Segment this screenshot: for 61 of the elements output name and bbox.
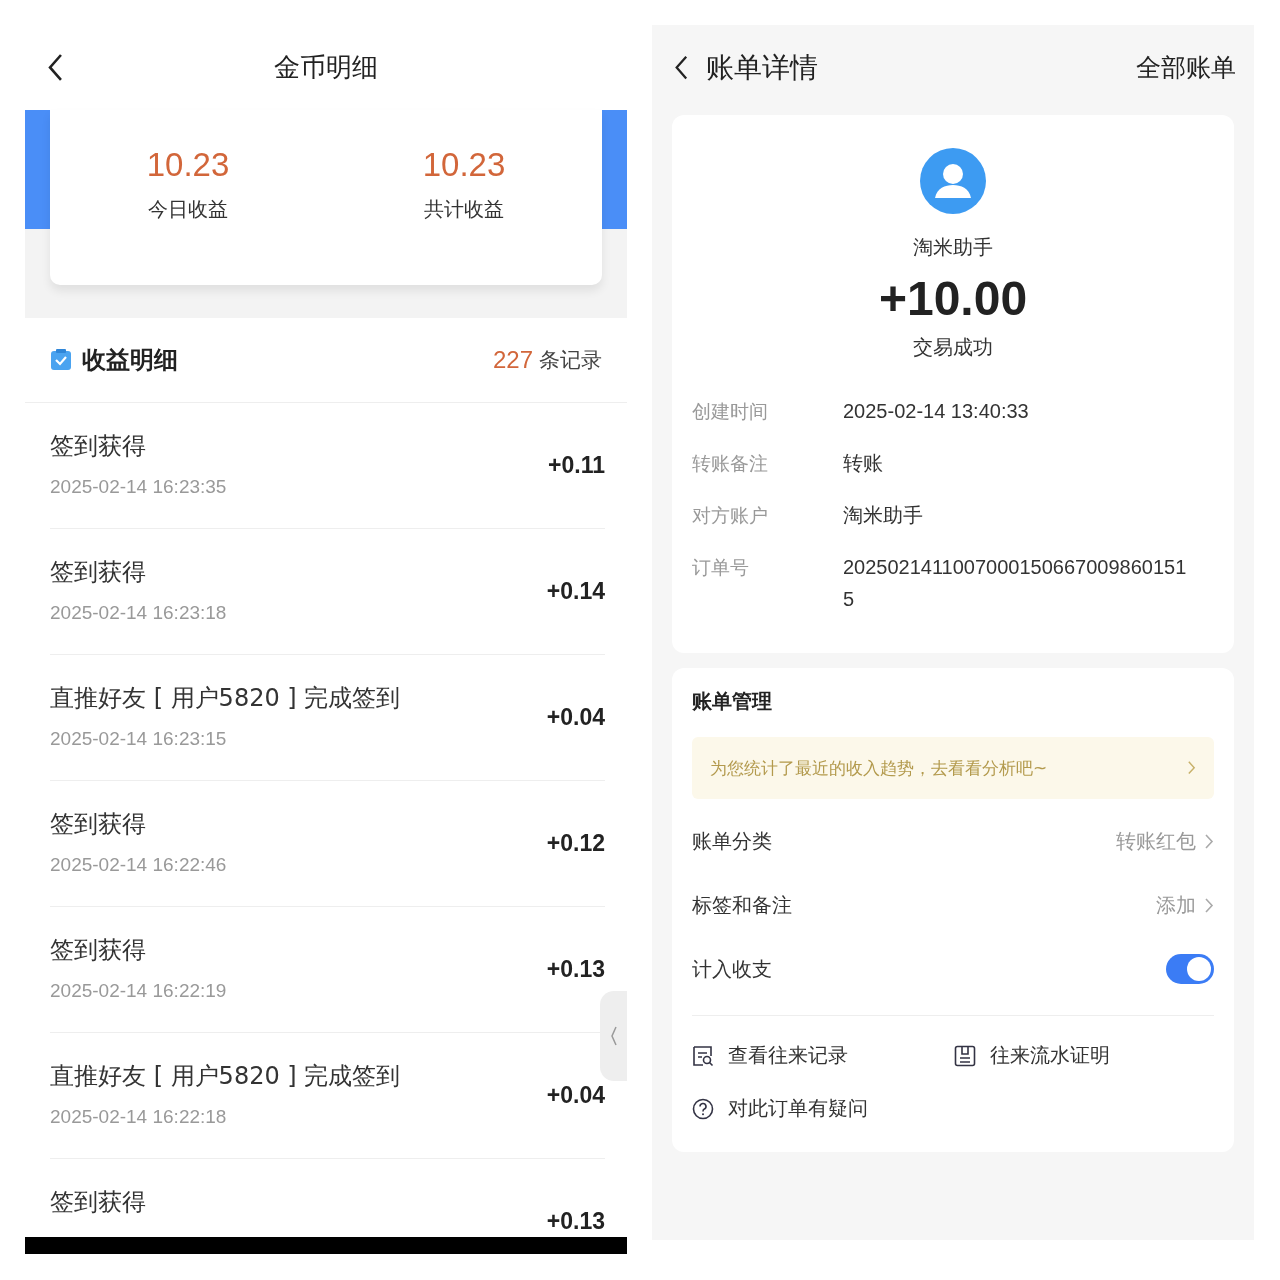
- document-icon: [954, 1044, 976, 1067]
- detail-value: 20250214110070001506670098601515: [843, 555, 1188, 612]
- page-title: 金币明细: [274, 51, 378, 84]
- record-time: 2025-02-14 16:23:35: [50, 476, 228, 498]
- record-title: 签到获得: [50, 431, 147, 462]
- record-title: 直推好友 [ 用户5820 ] 完成签到: [50, 683, 402, 714]
- toggle-switch[interactable]: [1166, 954, 1214, 984]
- avatar-icon: [920, 148, 986, 214]
- setting-label: 计入收支: [692, 955, 773, 983]
- question-icon: [692, 1097, 714, 1120]
- record-time: 2025-02-14 16:23:15: [50, 728, 228, 750]
- record-title: 签到获得: [50, 809, 147, 840]
- chevron-left-icon: [609, 1025, 618, 1047]
- page-title: 账单详情: [706, 49, 819, 86]
- record-count: 227: [492, 346, 533, 374]
- chevron-right-icon: [1204, 896, 1214, 914]
- detail-value: 2025-02-14 13:40:33: [843, 399, 1030, 424]
- detail-value: 淘米助手: [843, 503, 924, 528]
- record-amount: +0.04: [546, 704, 605, 731]
- action-link[interactable]: 对此订单有疑问: [692, 1095, 954, 1122]
- status: 交易成功: [913, 334, 993, 361]
- side-handle[interactable]: [600, 991, 627, 1081]
- record-amount: +0.04: [546, 1082, 605, 1109]
- chevron-right-icon: [1187, 760, 1196, 776]
- setting-label: 标签和备注: [692, 891, 793, 919]
- setting-label: 账单分类: [692, 827, 773, 855]
- record-title: 签到获得: [50, 935, 147, 966]
- record-time: 2025-02-14 16:22:19: [50, 980, 228, 1002]
- record-amount: +0.13: [546, 956, 605, 983]
- section-title: 账单管理: [692, 688, 773, 715]
- record-amount: +0.13: [546, 1208, 605, 1235]
- record-title: 直推好友 [ 用户5820 ] 完成签到: [50, 1061, 402, 1092]
- back-icon: [674, 54, 688, 81]
- stat-label: 今日收益: [148, 196, 228, 223]
- document-search-icon: [692, 1044, 714, 1067]
- detail-value: 转账: [843, 451, 884, 476]
- detail-label: 转账备注: [692, 451, 769, 476]
- action-link[interactable]: 查看往来记录: [692, 1042, 954, 1069]
- record-amount: +0.14: [546, 578, 605, 605]
- record-count-unit: 条记录: [539, 347, 602, 374]
- record-title: 签到获得: [50, 557, 147, 588]
- detail-label: 对方账户: [692, 503, 769, 528]
- amount: +10.00: [878, 271, 1028, 326]
- stat-label: 共计收益: [424, 196, 504, 223]
- record-title: 签到获得: [50, 1187, 147, 1218]
- section-title: 收益明细: [82, 345, 179, 376]
- record-time: 2025-02-14 16:22:46: [50, 854, 228, 876]
- stat-value: 10.23: [146, 146, 230, 184]
- payer-name: 淘米助手: [913, 234, 993, 261]
- all-bills-link[interactable]: 全部账单: [1136, 51, 1236, 84]
- action-link[interactable]: 往来流水证明: [954, 1042, 1214, 1069]
- detail-label: 创建时间: [692, 399, 769, 424]
- record-time: 2025-02-14 16:22:18: [50, 1106, 228, 1128]
- back-icon: [47, 53, 63, 82]
- record-amount: +0.11: [548, 452, 605, 479]
- stat-value: 10.23: [422, 146, 506, 184]
- detail-label: 订单号: [692, 555, 750, 580]
- record-amount: +0.12: [546, 830, 605, 857]
- record-time: 2025-02-14 16:23:18: [50, 602, 228, 624]
- checklist-icon: [50, 349, 72, 371]
- chevron-right-icon: [1204, 832, 1214, 850]
